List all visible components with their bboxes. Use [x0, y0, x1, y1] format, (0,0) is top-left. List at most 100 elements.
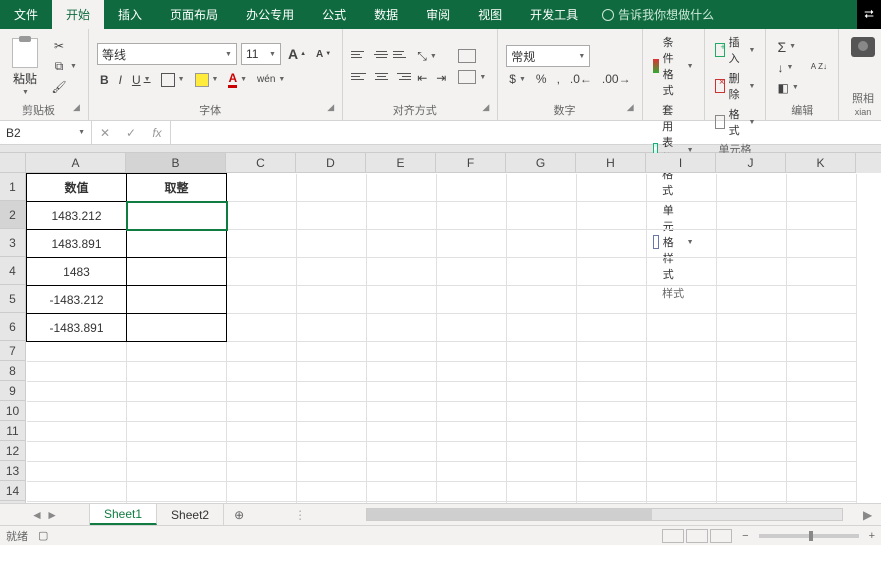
- zoom-slider[interactable]: [759, 534, 859, 538]
- cell-C5[interactable]: [227, 286, 297, 314]
- cell-C13[interactable]: [227, 462, 297, 482]
- dialog-launcher-icon[interactable]: ◢: [73, 102, 80, 113]
- row-header-8[interactable]: 8: [0, 361, 26, 381]
- cell-A9[interactable]: [27, 382, 127, 402]
- cell-J4[interactable]: [717, 258, 787, 286]
- cell-E1[interactable]: [367, 174, 437, 202]
- font-color-button[interactable]: ▼: [225, 69, 250, 90]
- cell-A7[interactable]: [27, 342, 127, 362]
- cell-C6[interactable]: [227, 314, 297, 342]
- autosum-button[interactable]: ▼: [774, 37, 801, 57]
- cell-K12[interactable]: [787, 442, 857, 462]
- shrink-font-button[interactable]: [313, 47, 334, 62]
- cell-B2[interactable]: [127, 202, 227, 230]
- italic-button[interactable]: I: [116, 71, 125, 89]
- cell-D3[interactable]: [297, 230, 367, 258]
- select-all-corner[interactable]: [0, 153, 26, 173]
- cell-J8[interactable]: [717, 362, 787, 382]
- cell-D8[interactable]: [297, 362, 367, 382]
- fx-button[interactable]: fx: [144, 126, 170, 140]
- cell-H14[interactable]: [577, 482, 647, 502]
- cell-H2[interactable]: [577, 202, 647, 230]
- cell-I6[interactable]: [647, 314, 717, 342]
- cell-I4[interactable]: [647, 258, 717, 286]
- cell-F9[interactable]: [437, 382, 507, 402]
- cell-I7[interactable]: [647, 342, 717, 362]
- cell-C7[interactable]: [227, 342, 297, 362]
- sheet-tab-2[interactable]: Sheet2: [157, 504, 224, 525]
- cell-K10[interactable]: [787, 402, 857, 422]
- cell-E9[interactable]: [367, 382, 437, 402]
- cell-A12[interactable]: [27, 442, 127, 462]
- cell-A5[interactable]: -1483.212: [27, 286, 127, 314]
- cell-J9[interactable]: [717, 382, 787, 402]
- cell-H3[interactable]: [577, 230, 647, 258]
- row-header-4[interactable]: 4: [0, 257, 26, 285]
- tell-me-search[interactable]: 告诉我你想做什么: [592, 0, 724, 29]
- cell-D9[interactable]: [297, 382, 367, 402]
- row-header-7[interactable]: 7: [0, 341, 26, 361]
- cell-G1[interactable]: [507, 174, 577, 202]
- cell-K7[interactable]: [787, 342, 857, 362]
- cell-D10[interactable]: [297, 402, 367, 422]
- cell-H9[interactable]: [577, 382, 647, 402]
- fill-button[interactable]: ▼: [774, 59, 801, 77]
- sort-filter-button[interactable]: [808, 60, 830, 73]
- cell-E5[interactable]: [367, 286, 437, 314]
- cell-K11[interactable]: [787, 422, 857, 442]
- page-break-view-button[interactable]: [710, 529, 732, 543]
- cell-I8[interactable]: [647, 362, 717, 382]
- row-header-5[interactable]: 5: [0, 285, 26, 313]
- delete-cells-button[interactable]: 删除▼: [713, 69, 758, 103]
- cell-F8[interactable]: [437, 362, 507, 382]
- cell-I11[interactable]: [647, 422, 717, 442]
- cell-G5[interactable]: [507, 286, 577, 314]
- cell-C14[interactable]: [227, 482, 297, 502]
- cell-C3[interactable]: [227, 230, 297, 258]
- cell-K2[interactable]: [787, 202, 857, 230]
- cell-F4[interactable]: [437, 258, 507, 286]
- cell-H15[interactable]: [577, 502, 647, 504]
- cell-G11[interactable]: [507, 422, 577, 442]
- cell-D6[interactable]: [297, 314, 367, 342]
- menu-review[interactable]: 审阅: [412, 0, 464, 29]
- enter-formula-button[interactable]: ✓: [118, 126, 144, 140]
- cell-B10[interactable]: [127, 402, 227, 422]
- cell-J2[interactable]: [717, 202, 787, 230]
- cell-A15[interactable]: [27, 502, 127, 504]
- number-format-select[interactable]: 常规▼: [506, 45, 590, 67]
- cell-H4[interactable]: [577, 258, 647, 286]
- cell-E10[interactable]: [367, 402, 437, 422]
- menu-insert[interactable]: 插入: [104, 0, 156, 29]
- cell-D7[interactable]: [297, 342, 367, 362]
- insert-cells-button[interactable]: 插入▼: [713, 33, 758, 67]
- cell-J14[interactable]: [717, 482, 787, 502]
- row-header-1[interactable]: 1: [0, 173, 26, 201]
- row-header-15[interactable]: 15: [0, 501, 26, 503]
- increase-decimal-button[interactable]: .0←: [567, 70, 595, 88]
- cell-B5[interactable]: [127, 286, 227, 314]
- grow-font-button[interactable]: [285, 44, 309, 64]
- cell-I3[interactable]: [647, 230, 717, 258]
- cell-G13[interactable]: [507, 462, 577, 482]
- cell-E11[interactable]: [367, 422, 437, 442]
- cell-I12[interactable]: [647, 442, 717, 462]
- cell-H11[interactable]: [577, 422, 647, 442]
- camera-icon[interactable]: [851, 37, 875, 57]
- cell-H5[interactable]: [577, 286, 647, 314]
- menu-page-layout[interactable]: 页面布局: [156, 0, 232, 29]
- cell-C11[interactable]: [227, 422, 297, 442]
- cell-F13[interactable]: [437, 462, 507, 482]
- cell-B15[interactable]: [127, 502, 227, 504]
- cell-K8[interactable]: [787, 362, 857, 382]
- cell-C15[interactable]: [227, 502, 297, 504]
- column-header-D[interactable]: D: [296, 153, 366, 173]
- cell-G10[interactable]: [507, 402, 577, 422]
- cell-J3[interactable]: [717, 230, 787, 258]
- formula-input[interactable]: [171, 121, 881, 144]
- cell-H1[interactable]: [577, 174, 647, 202]
- cell-E13[interactable]: [367, 462, 437, 482]
- cell-F10[interactable]: [437, 402, 507, 422]
- cell-D11[interactable]: [297, 422, 367, 442]
- cell-A10[interactable]: [27, 402, 127, 422]
